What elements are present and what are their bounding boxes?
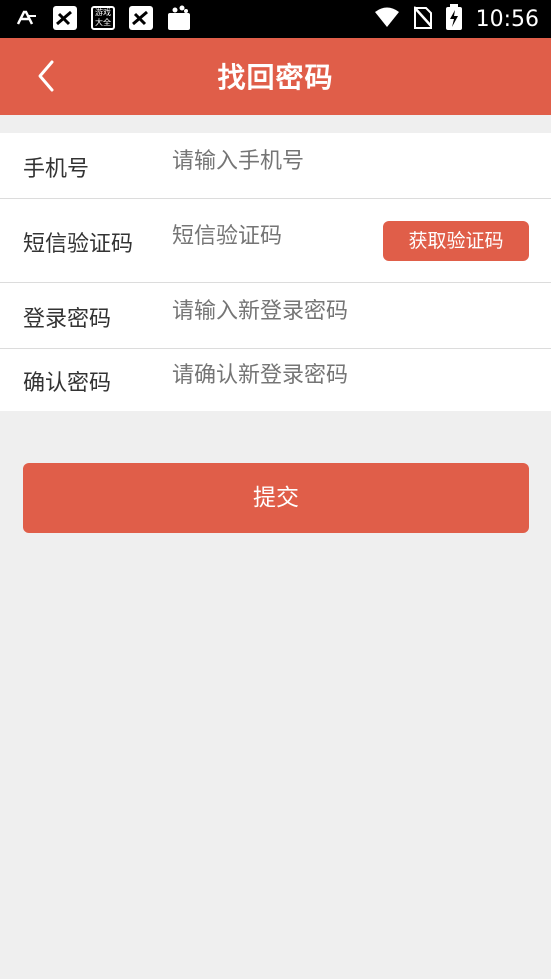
password-row: 登录密码 bbox=[0, 283, 551, 348]
sms-code-label: 短信验证码 bbox=[23, 232, 134, 257]
font-icon bbox=[14, 5, 40, 31]
shopping-bag-icon bbox=[166, 5, 192, 31]
app-header: 找回密码 bbox=[0, 38, 551, 115]
game-app-icon bbox=[52, 5, 78, 31]
get-code-button[interactable]: 获取验证码 bbox=[383, 221, 529, 261]
status-bar: 游戏大全 10:56 bbox=[0, 0, 551, 38]
sms-code-input[interactable] bbox=[172, 224, 372, 249]
no-sim-icon bbox=[412, 5, 433, 33]
phone-row: 手机号 bbox=[0, 133, 551, 198]
system-icons: 10:56 bbox=[374, 4, 539, 34]
page-title: 找回密码 bbox=[217, 61, 334, 94]
sms-code-row: 短信验证码 获取验证码 bbox=[0, 199, 551, 282]
phone-input[interactable] bbox=[172, 149, 472, 174]
wifi-icon bbox=[374, 6, 400, 32]
password-label: 登录密码 bbox=[23, 307, 112, 332]
game-badge-text: 游戏大全 bbox=[91, 6, 115, 30]
battery-charging-icon bbox=[445, 4, 462, 34]
notification-icons: 游戏大全 bbox=[14, 5, 192, 31]
phone-label: 手机号 bbox=[23, 157, 90, 182]
submit-button[interactable]: 提交 bbox=[23, 463, 529, 533]
confirm-input[interactable] bbox=[172, 363, 472, 388]
game-app-icon-2 bbox=[128, 5, 154, 31]
recovery-form: 手机号 短信验证码 获取验证码 登录密码 确认密码 bbox=[0, 133, 551, 411]
confirm-label: 确认密码 bbox=[23, 371, 112, 396]
clock: 10:56 bbox=[475, 6, 539, 32]
password-input[interactable] bbox=[172, 299, 472, 324]
game-box-icon: 游戏大全 bbox=[90, 5, 116, 31]
confirm-row: 确认密码 bbox=[0, 349, 551, 411]
